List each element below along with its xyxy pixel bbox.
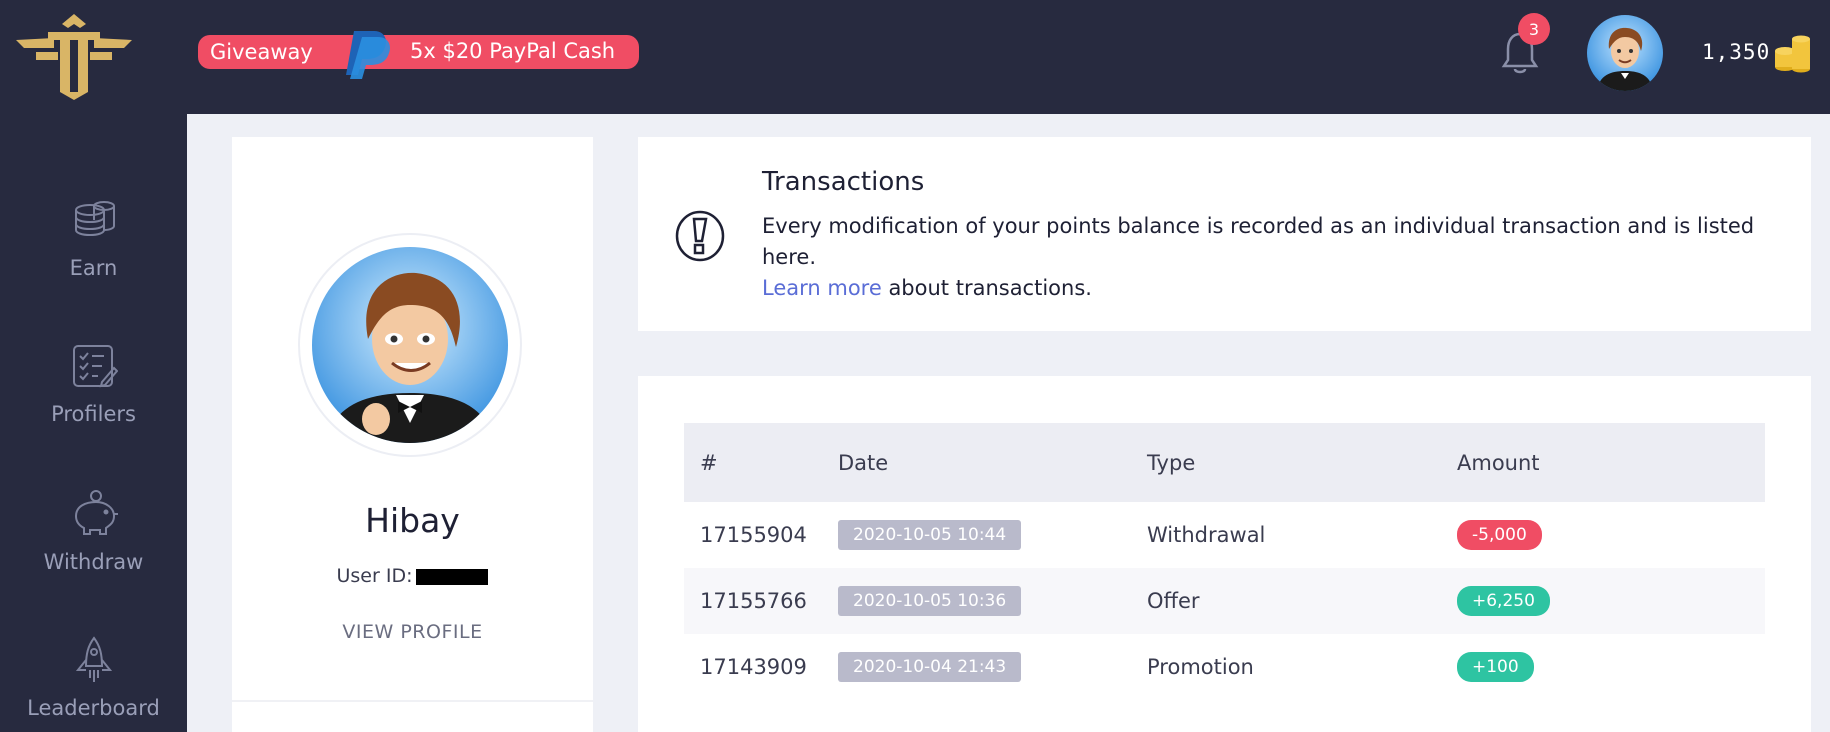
giveaway-label: Giveaway: [210, 40, 313, 64]
notification-badge[interactable]: 3: [1518, 13, 1550, 45]
table-row: 17143909 2020-10-04 21:43 Promotion +100: [684, 634, 1765, 700]
transaction-type: Withdrawal: [1147, 523, 1266, 547]
redacted-user-id: [416, 568, 489, 585]
checklist-icon: [72, 345, 118, 388]
column-header-id[interactable]: #: [684, 451, 838, 475]
sidebar-item-label: Withdraw: [43, 550, 144, 574]
learn-more-suffix: about transactions.: [881, 276, 1092, 300]
table-header: # Date Type Amount: [684, 423, 1765, 502]
transaction-date: 2020-10-05 10:44: [838, 520, 1022, 550]
info-text: Every modification of your points balanc…: [762, 211, 1782, 304]
transaction-amount: +100: [1457, 652, 1534, 682]
user-id-label: User ID:: [336, 565, 413, 587]
divider: [232, 700, 593, 702]
coins-icon: [1775, 35, 1810, 73]
paypal-logo-icon: [346, 31, 390, 79]
coins-stack-icon: [74, 201, 115, 237]
transactions-table-card: # Date Type Amount 17155904 2020-10-05 1…: [638, 376, 1811, 732]
transaction-date: 2020-10-04 21:43: [838, 652, 1022, 682]
sidebar-item-label: Profilers: [51, 402, 136, 426]
transaction-date: 2020-10-05 10:36: [838, 586, 1022, 616]
profile-card: Hibay User ID: VIEW PROFILE: [232, 137, 593, 732]
top-bar: Giveaway 5x $20 PayPal Cash 3 1,350: [0, 0, 1830, 114]
column-header-type[interactable]: Type: [1147, 451, 1457, 475]
user-id: User ID:: [232, 565, 593, 587]
eagle-logo-icon[interactable]: [14, 10, 134, 100]
info-title: Transactions: [762, 167, 925, 197]
rocket-icon: [75, 636, 112, 682]
avatar-illustration-icon: [1587, 15, 1663, 91]
transaction-amount: +6,250: [1457, 586, 1550, 616]
learn-more-link[interactable]: Learn more: [762, 276, 882, 300]
sidebar-item-label: Earn: [69, 256, 118, 280]
view-profile-link[interactable]: VIEW PROFILE: [232, 621, 593, 643]
avatar-illustration-icon: [312, 247, 508, 443]
table-row: 17155904 2020-10-05 10:44 Withdrawal -5,…: [684, 502, 1765, 568]
points-balance: 1,350: [1702, 40, 1771, 64]
sidebar-item-earn[interactable]: Earn: [0, 196, 187, 280]
sidebar-item-withdraw[interactable]: Withdraw: [0, 490, 187, 574]
giveaway-prize: 5x $20 PayPal Cash: [410, 39, 616, 63]
column-header-date[interactable]: Date: [838, 451, 1147, 475]
sidebar: Earn Profilers Withdraw Leaderboard: [0, 114, 187, 732]
transaction-id: 17143909: [700, 655, 807, 679]
transactions-info-card: Transactions Every modification of your …: [638, 137, 1811, 331]
column-header-amount[interactable]: Amount: [1457, 451, 1765, 475]
header-avatar[interactable]: [1587, 15, 1663, 91]
info-description: Every modification of your points balanc…: [762, 214, 1755, 269]
transaction-type: Promotion: [1147, 655, 1254, 679]
table-row: 17155766 2020-10-05 10:36 Offer +6,250: [684, 568, 1765, 634]
transaction-id: 17155904: [700, 523, 807, 547]
transactions-table: # Date Type Amount 17155904 2020-10-05 1…: [684, 423, 1765, 700]
username: Hibay: [365, 501, 460, 540]
exclamation-icon: [675, 210, 725, 262]
piggy-bank-icon: [74, 490, 118, 535]
sidebar-item-label: Leaderboard: [27, 696, 160, 720]
transaction-id: 17155766: [700, 589, 807, 613]
transaction-type: Offer: [1147, 589, 1200, 613]
giveaway-banner[interactable]: Giveaway 5x $20 PayPal Cash: [198, 31, 639, 79]
sidebar-item-profilers[interactable]: Profilers: [0, 342, 187, 426]
transaction-amount: -5,000: [1457, 520, 1542, 550]
sidebar-item-leaderboard[interactable]: Leaderboard: [0, 636, 187, 720]
profile-avatar: [298, 233, 522, 457]
